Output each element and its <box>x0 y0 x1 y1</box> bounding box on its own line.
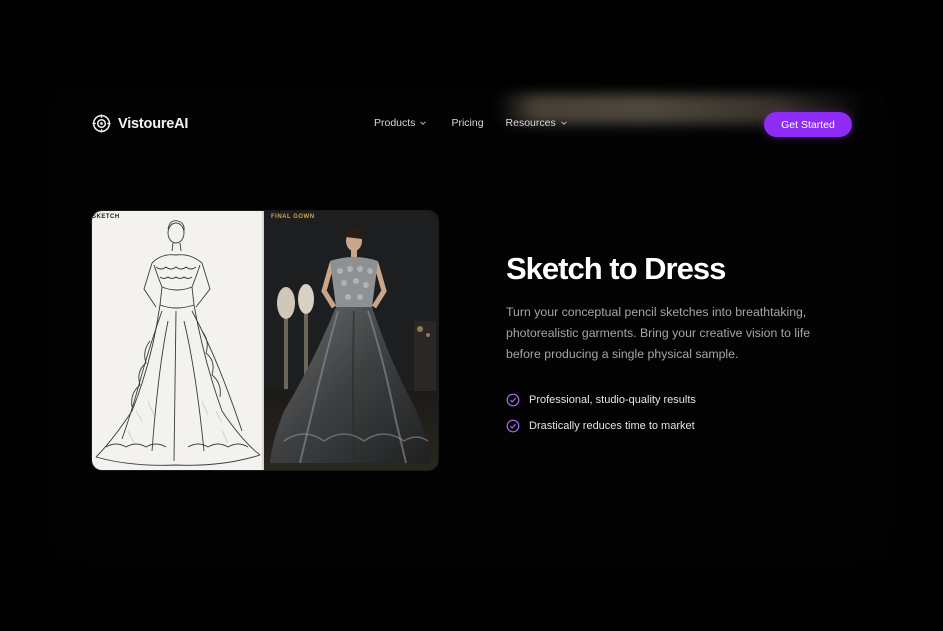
hero-description: Turn your conceptual pencil sketches int… <box>506 305 811 361</box>
feature-item: Professional, studio-quality results <box>506 387 696 413</box>
chevron-down-icon <box>561 121 567 125</box>
brand-name: VistoureAI <box>118 115 189 132</box>
feature-item: Drastically reduces time to market <box>506 413 696 439</box>
nav-resources[interactable]: Resources <box>506 117 568 129</box>
sketch-to-dress-comparison: SKETCH FINAL GOWN <box>92 211 438 470</box>
gown-sketch-illustration <box>95 220 261 466</box>
final-gown-pane: FINAL GOWN <box>264 211 438 470</box>
chevron-down-icon <box>420 121 427 125</box>
nav-resources-label: Resources <box>505 117 556 129</box>
nav-pricing[interactable]: Pricing <box>451 117 483 129</box>
nav-pricing-label: Pricing <box>451 117 484 129</box>
feature-text: Drastically reduces time to market <box>529 420 695 432</box>
final-gown-photo <box>264 211 438 470</box>
nav-links: Products Pricing Resources <box>374 117 568 129</box>
top-navigation: VistoureAI Products Pricing Resources Ge… <box>58 94 884 156</box>
nav-products-label: Products <box>374 117 416 129</box>
nav-products[interactable]: Products <box>374 117 427 129</box>
sketch-label: SKETCH <box>92 214 120 220</box>
final-gown-label: FINAL GOWN <box>271 214 315 220</box>
check-circle-icon <box>506 393 520 407</box>
brand-logo-link[interactable]: VistoureAI <box>92 114 188 133</box>
get-started-button[interactable]: Get Started <box>764 112 852 137</box>
target-logo-icon <box>92 114 111 133</box>
feature-list: Professional, studio-quality results Dra… <box>506 387 696 439</box>
sketch-pane: SKETCH <box>92 211 262 470</box>
check-circle-icon <box>506 419 520 433</box>
page: VistoureAI Products Pricing Resources Ge… <box>0 0 943 631</box>
feature-text: Professional, studio-quality results <box>529 394 696 406</box>
page-title: Sketch to Dress <box>506 251 726 286</box>
